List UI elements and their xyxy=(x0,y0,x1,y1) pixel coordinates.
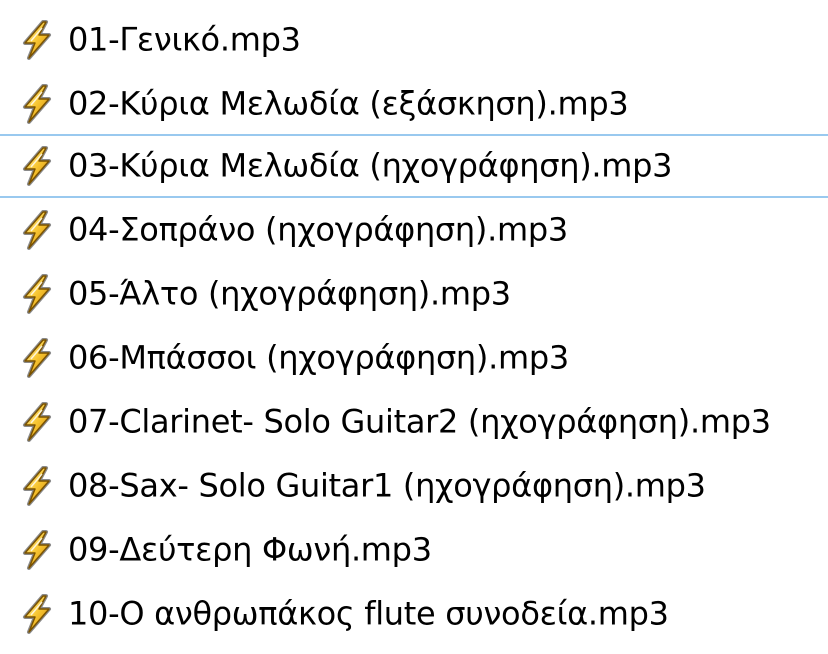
file-item-focused[interactable]: 03-Κύρια Μελωδία (ηχογράφηση).mp3 xyxy=(0,134,828,198)
winamp-audio-file-icon xyxy=(16,592,58,636)
file-name: 03-Κύρια Μελωδία (ηχογράφηση).mp3 xyxy=(68,146,673,185)
file-item[interactable]: 02-Κύρια Μελωδία (εξάσκηση).mp3 xyxy=(0,72,828,136)
file-name: 02-Κύρια Μελωδία (εξάσκηση).mp3 xyxy=(68,84,629,123)
winamp-audio-file-icon xyxy=(16,82,58,126)
file-item[interactable]: 09-Δεύτερη Φωνή.mp3 xyxy=(0,518,828,582)
file-name: 05-Άλτο (ηχογράφηση).mp3 xyxy=(68,274,511,313)
file-name: 08-Sax- Solo Guitar1 (ηχογράφηση).mp3 xyxy=(68,466,706,505)
file-item[interactable]: 07-Clarinet- Solo Guitar2 (ηχογράφηση).m… xyxy=(0,390,828,454)
winamp-audio-file-icon xyxy=(16,336,58,380)
file-item[interactable]: 10-Ο ανθρωπάκος flute συνοδεία.mp3 xyxy=(0,582,828,646)
file-name: 06-Μπάσσοι (ηχογράφηση).mp3 xyxy=(68,338,569,377)
winamp-audio-file-icon xyxy=(16,400,58,444)
file-item[interactable]: 05-Άλτο (ηχογράφηση).mp3 xyxy=(0,262,828,326)
file-name: 04-Σοπράνο (ηχογράφηση).mp3 xyxy=(68,210,568,249)
winamp-audio-file-icon xyxy=(16,464,58,508)
winamp-audio-file-icon xyxy=(16,208,58,252)
file-list: 01-Γενικό.mp3 02-Κύρια Μελωδία (εξάσκηση… xyxy=(0,0,828,654)
file-item[interactable]: 08-Sax- Solo Guitar1 (ηχογράφηση).mp3 xyxy=(0,454,828,518)
file-name: 07-Clarinet- Solo Guitar2 (ηχογράφηση).m… xyxy=(68,402,771,441)
winamp-audio-file-icon xyxy=(16,528,58,572)
file-name: 01-Γενικό.mp3 xyxy=(68,20,301,59)
file-item[interactable]: 01-Γενικό.mp3 xyxy=(0,8,828,72)
file-name: 09-Δεύτερη Φωνή.mp3 xyxy=(68,530,432,569)
file-item[interactable]: 04-Σοπράνο (ηχογράφηση).mp3 xyxy=(0,198,828,262)
winamp-audio-file-icon xyxy=(16,272,58,316)
file-name: 10-Ο ανθρωπάκος flute συνοδεία.mp3 xyxy=(68,594,669,633)
winamp-audio-file-icon xyxy=(16,18,58,62)
file-item[interactable]: 06-Μπάσσοι (ηχογράφηση).mp3 xyxy=(0,326,828,390)
winamp-audio-file-icon xyxy=(16,144,58,188)
